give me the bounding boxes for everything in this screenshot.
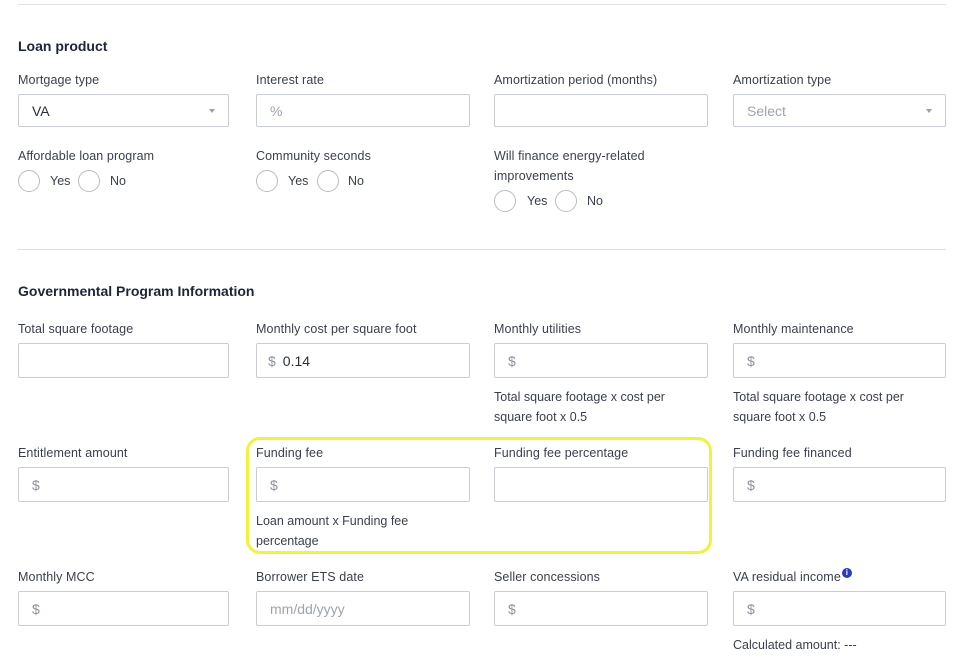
monthly-utilities-label: Monthly utilities (494, 322, 582, 336)
monthly-maintenance-input[interactable]: $ (733, 343, 946, 378)
dollar-icon: $ (32, 476, 40, 493)
energy-improvements-yes-radio[interactable] (494, 190, 516, 212)
section-title-governmental-program: Governmental Program Information (18, 283, 255, 299)
affordable-loan-no-label: No (110, 174, 126, 188)
dollar-icon: $ (508, 352, 516, 369)
dollar-icon: $ (747, 476, 755, 493)
amortization-type-select[interactable]: Select (733, 94, 946, 127)
amortization-period-input[interactable] (494, 94, 708, 127)
monthly-mcc-input[interactable]: $ (18, 591, 229, 626)
amortization-type-label: Amortization type (733, 73, 832, 87)
chevron-down-icon (926, 109, 932, 113)
highlight-annotation (246, 437, 712, 554)
borrower-ets-date-placeholder: mm/dd/yyyy (270, 600, 345, 617)
dollar-icon: $ (747, 352, 755, 369)
interest-rate-placeholder: % (270, 102, 283, 119)
monthly-cost-per-sqft-value: 0.14 (282, 352, 311, 369)
entitlement-amount-label: Entitlement amount (18, 446, 128, 460)
energy-improvements-no-label: No (587, 194, 603, 208)
dollar-icon: $ (747, 600, 755, 617)
dollar-icon: $ (508, 600, 516, 617)
monthly-cost-per-sqft-input[interactable]: $ 0.14 (256, 343, 470, 378)
amortization-period-label: Amortization period (months) (494, 73, 658, 87)
seller-concessions-label: Seller concessions (494, 570, 601, 584)
community-seconds-no-label: No (348, 174, 364, 188)
funding-fee-financed-label: Funding fee financed (733, 446, 852, 460)
mortgage-type-select[interactable]: VA (18, 94, 229, 127)
affordable-loan-program-label: Affordable loan program (18, 149, 155, 163)
dollar-icon: $ (32, 600, 40, 617)
entitlement-amount-input[interactable]: $ (18, 467, 229, 502)
energy-improvements-label: Will finance energy-related improvements (494, 149, 645, 183)
affordable-loan-no-radio[interactable] (78, 170, 100, 192)
energy-improvements-yes-label: Yes (527, 194, 548, 208)
borrower-ets-date-label: Borrower ETS date (256, 570, 364, 584)
va-residual-income-label: VA residual income i (733, 568, 852, 584)
amortization-type-placeholder: Select (747, 102, 786, 119)
monthly-maintenance-label: Monthly maintenance (733, 322, 854, 336)
va-residual-income-text: VA residual income (733, 570, 841, 584)
affordable-loan-yes-radio[interactable] (18, 170, 40, 192)
monthly-mcc-label: Monthly MCC (18, 570, 95, 584)
community-seconds-no-radio[interactable] (317, 170, 339, 192)
info-icon[interactable]: i (841, 568, 852, 578)
funding-fee-financed-input[interactable]: $ (733, 467, 946, 502)
affordable-loan-yes-label: Yes (50, 174, 71, 188)
monthly-utilities-input[interactable]: $ (494, 343, 708, 378)
community-seconds-yes-label: Yes (288, 174, 309, 188)
borrower-ets-date-input[interactable]: mm/dd/yyyy (256, 591, 470, 626)
community-seconds-yes-radio[interactable] (256, 170, 278, 192)
section-title-loan-product: Loan product (18, 38, 108, 54)
va-residual-income-hint: Calculated amount: --- (733, 638, 857, 652)
mortgage-type-label: Mortgage type (18, 73, 100, 87)
section-divider (18, 249, 946, 250)
total-square-footage-input[interactable] (18, 343, 229, 378)
monthly-utilities-hint: Total square footage x cost per square f… (494, 390, 665, 424)
va-residual-income-input[interactable]: $ (733, 591, 946, 626)
total-square-footage-label: Total square footage (18, 322, 134, 336)
community-seconds-label: Community seconds (256, 149, 371, 163)
mortgage-type-value: VA (32, 102, 50, 119)
top-divider (18, 4, 946, 5)
chevron-down-icon (209, 109, 215, 113)
monthly-cost-per-sqft-label: Monthly cost per square foot (256, 322, 417, 336)
energy-improvements-no-radio[interactable] (555, 190, 577, 212)
seller-concessions-input[interactable]: $ (494, 591, 708, 626)
monthly-maintenance-hint: Total square footage x cost per square f… (733, 390, 904, 424)
dollar-icon: $ (268, 352, 276, 369)
interest-rate-label: Interest rate (256, 73, 324, 87)
interest-rate-input[interactable]: % (256, 94, 470, 127)
